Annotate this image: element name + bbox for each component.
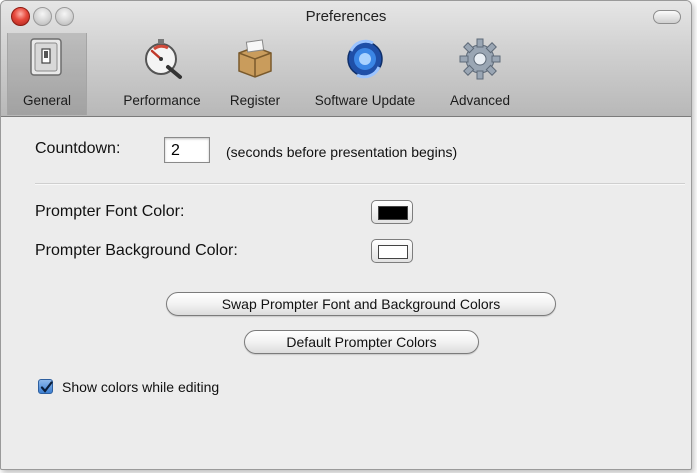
gear-icon xyxy=(459,38,501,80)
tab-software-update-label: Software Update xyxy=(314,93,416,108)
tab-performance-label: Performance xyxy=(123,93,201,108)
tab-general-label: General xyxy=(22,93,72,108)
background-color-well[interactable] xyxy=(371,239,413,263)
countdown-label: Countdown: xyxy=(35,140,121,157)
window-title: Preferences xyxy=(305,8,387,25)
default-colors-button[interactable]: Default Prompter Colors xyxy=(244,330,479,354)
tab-general[interactable]: General xyxy=(7,33,87,115)
countdown-input[interactable]: 2 xyxy=(164,137,210,163)
font-color-well[interactable] xyxy=(371,200,413,224)
switch-icon xyxy=(30,38,62,76)
font-color-label: Prompter Font Color: xyxy=(35,203,185,220)
titlebar: Preferences General Performance Register… xyxy=(1,1,691,117)
show-colors-checkbox[interactable] xyxy=(38,379,53,394)
tab-software-update[interactable]: Software Update xyxy=(299,33,431,113)
preferences-window: Preferences General Performance Register… xyxy=(0,0,692,470)
toolbar-toggle-button[interactable] xyxy=(653,10,681,24)
tab-advanced[interactable]: Advanced xyxy=(439,33,521,113)
tab-advanced-label: Advanced xyxy=(449,93,511,108)
tab-register[interactable]: Register xyxy=(219,33,291,113)
general-pane: Countdown: 2 (seconds before presentatio… xyxy=(1,117,691,469)
tab-register-label: Register xyxy=(229,93,281,108)
checkmark-icon xyxy=(40,381,53,393)
show-colors-label: Show colors while editing xyxy=(62,379,220,395)
countdown-hint: (seconds before presentation begins) xyxy=(226,144,458,160)
background-color-label: Prompter Background Color: xyxy=(35,242,238,259)
swap-colors-button[interactable]: Swap Prompter Font and Background Colors xyxy=(166,292,556,316)
update-icon xyxy=(347,39,383,79)
background-color-swatch xyxy=(378,245,408,259)
package-icon xyxy=(238,39,272,78)
font-color-swatch xyxy=(378,206,408,220)
divider xyxy=(35,183,685,185)
tab-performance[interactable]: Performance xyxy=(113,33,211,113)
stopwatch-icon xyxy=(145,39,182,79)
